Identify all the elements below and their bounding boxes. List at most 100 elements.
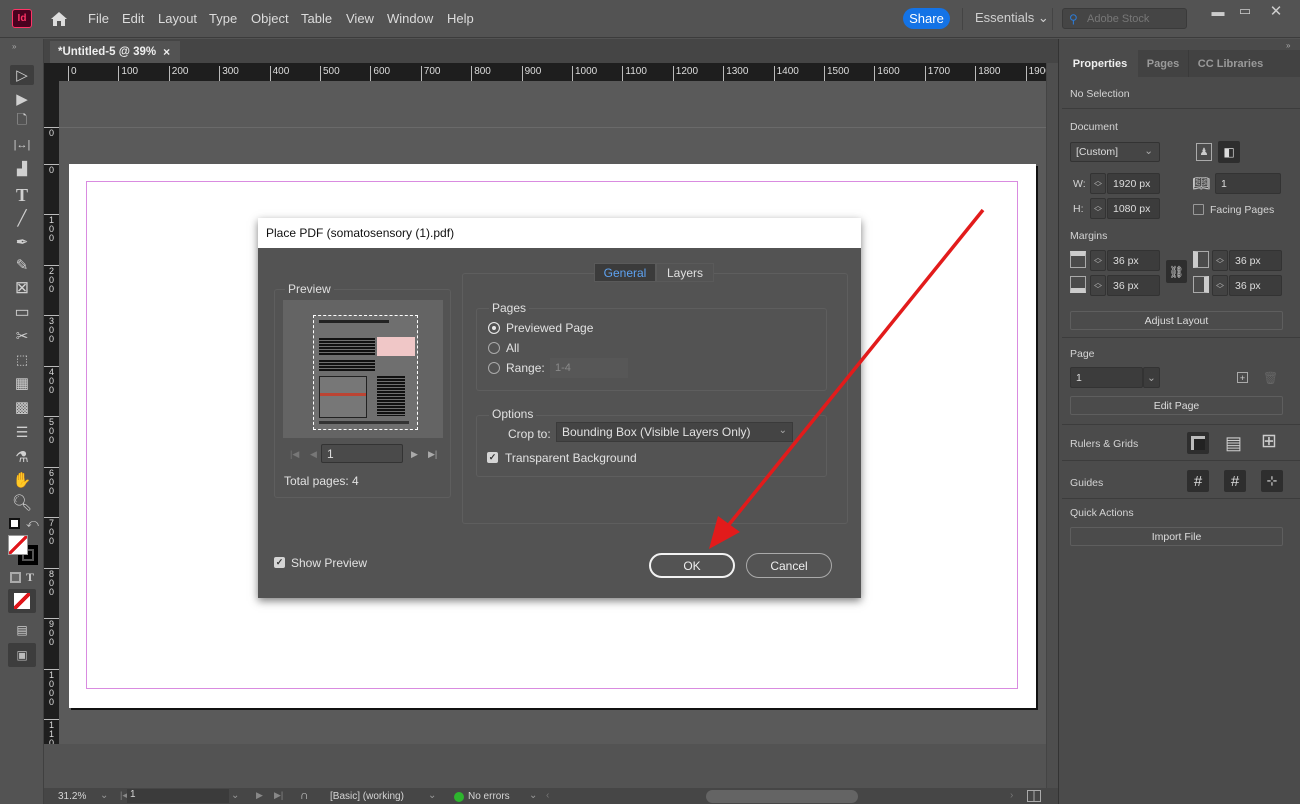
margin-left-stepper[interactable]: ︿ ﹀ bbox=[1212, 250, 1228, 271]
transparent-background-checkbox[interactable]: ✓ bbox=[487, 452, 498, 463]
tab-general[interactable]: General bbox=[594, 263, 656, 282]
document-preset-dropdown[interactable]: [Custom] ⌄ bbox=[1070, 142, 1160, 162]
margin-right-field[interactable]: 36 px bbox=[1229, 275, 1282, 296]
menu-object[interactable]: Object bbox=[251, 11, 289, 26]
style-status[interactable]: [Basic] (working) bbox=[330, 791, 404, 802]
page-number-field[interactable]: 1 bbox=[127, 789, 229, 803]
add-page-icon[interactable]: + bbox=[1237, 372, 1248, 383]
rectangle-tool-icon[interactable]: ▭ bbox=[10, 302, 34, 322]
rectangle-frame-tool-icon[interactable]: ⊠ bbox=[10, 278, 34, 298]
formatting-container-icon[interactable] bbox=[10, 572, 21, 583]
tab-cc-libraries[interactable]: CC Libraries bbox=[1188, 50, 1272, 77]
width-stepper[interactable]: ︿ ﹀ bbox=[1090, 173, 1106, 194]
cancel-button[interactable]: Cancel bbox=[746, 553, 832, 578]
last-page-icon[interactable]: ▶| bbox=[428, 449, 437, 460]
menu-window[interactable]: Window bbox=[387, 11, 433, 26]
page-dropdown-icon[interactable]: ⌄ bbox=[231, 790, 239, 801]
content-collector-icon[interactable]: ▟ bbox=[10, 159, 34, 179]
scroll-right-icon[interactable]: › bbox=[1010, 790, 1013, 801]
type-tool-icon[interactable]: T bbox=[10, 185, 34, 205]
next-page-icon[interactable]: ▶ bbox=[411, 449, 418, 460]
show-preview-checkbox[interactable]: ✓ bbox=[274, 557, 285, 568]
hand-tool-icon[interactable]: ✋ bbox=[10, 470, 34, 490]
prev-page-icon[interactable]: ◀ bbox=[310, 449, 317, 460]
adobe-stock-search[interactable]: ⚲ Adobe Stock bbox=[1062, 8, 1187, 29]
document-grid-icon[interactable]: ⊞ bbox=[1261, 432, 1277, 452]
default-fill-stroke-icon[interactable] bbox=[9, 518, 20, 529]
formatting-text-icon[interactable]: T bbox=[26, 570, 34, 585]
height-field[interactable]: 1080 px bbox=[1107, 198, 1160, 219]
page-select[interactable]: 1 bbox=[1070, 367, 1143, 388]
landscape-orientation-icon[interactable]: ◧ bbox=[1218, 141, 1240, 163]
pencil-tool-icon[interactable]: ✎ bbox=[10, 255, 34, 275]
margin-left-field[interactable]: 36 px bbox=[1229, 250, 1282, 271]
preflight-status[interactable]: No errors bbox=[468, 791, 510, 802]
crop-to-dropdown[interactable]: Bounding Box (Visible Layers Only) ⌄ bbox=[556, 422, 793, 442]
document-tab[interactable]: *Untitled-5 @ 39% × bbox=[50, 41, 180, 63]
last-page-icon[interactable]: ▶| bbox=[274, 790, 283, 801]
lock-guides-icon[interactable]: # bbox=[1224, 470, 1246, 492]
tab-layers[interactable]: Layers bbox=[656, 263, 714, 282]
split-window-icon[interactable] bbox=[1027, 790, 1041, 802]
screen-mode-icon[interactable]: ▤ bbox=[10, 620, 34, 640]
edit-page-button[interactable]: Edit Page bbox=[1070, 396, 1283, 415]
panel-collapse-icon[interactable]: » bbox=[1286, 41, 1290, 50]
note-tool-icon[interactable]: ☰ bbox=[10, 422, 34, 442]
selection-tool-icon[interactable]: ▷ bbox=[10, 65, 34, 85]
rulers-toggle-icon[interactable] bbox=[1187, 432, 1209, 454]
gap-tool-icon[interactable]: |↔| bbox=[10, 135, 34, 155]
margin-top-stepper[interactable]: ︿ ﹀ bbox=[1090, 250, 1106, 271]
collapse-icon[interactable]: » bbox=[12, 42, 32, 51]
range-field[interactable]: 1-4 bbox=[550, 358, 628, 378]
scissors-tool-icon[interactable]: ✂ bbox=[10, 326, 34, 346]
menu-layout[interactable]: Layout bbox=[158, 11, 197, 26]
portrait-orientation-icon[interactable]: ♟ bbox=[1196, 143, 1212, 161]
swap-fill-stroke-icon[interactable]: ⤺ bbox=[26, 516, 39, 531]
show-guides-icon[interactable]: # bbox=[1187, 470, 1209, 492]
margin-top-field[interactable]: 36 px bbox=[1107, 250, 1160, 271]
scroll-left-icon[interactable]: ‹ bbox=[546, 790, 549, 801]
adjust-layout-button[interactable]: Adjust Layout bbox=[1070, 311, 1283, 330]
style-dropdown-icon[interactable]: ⌄ bbox=[428, 790, 436, 801]
zoom-tool-icon[interactable]: 🔍︎ bbox=[10, 493, 34, 513]
baseline-grid-icon[interactable]: ▤ bbox=[1225, 433, 1242, 453]
zoom-dropdown-icon[interactable]: ⌄ bbox=[100, 790, 108, 801]
close-icon[interactable]: ✕ bbox=[1265, 3, 1287, 20]
fill-swatch[interactable] bbox=[8, 535, 28, 555]
radio-range[interactable] bbox=[488, 362, 500, 374]
import-file-button[interactable]: Import File bbox=[1070, 527, 1283, 546]
preview-page-field[interactable]: 1 bbox=[321, 444, 403, 463]
margin-right-stepper[interactable]: ︿ ﹀ bbox=[1212, 275, 1228, 296]
gradient-feather-tool-icon[interactable]: ▩ bbox=[10, 397, 34, 417]
menu-view[interactable]: View bbox=[346, 11, 374, 26]
menu-type[interactable]: Type bbox=[209, 11, 237, 26]
menu-file[interactable]: File bbox=[88, 11, 109, 26]
direct-selection-tool-icon[interactable]: ▶ bbox=[10, 89, 34, 109]
height-stepper[interactable]: ︿ ﹀ bbox=[1090, 198, 1106, 219]
maximize-icon[interactable]: ▭ bbox=[1234, 3, 1256, 19]
menu-table[interactable]: Table bbox=[301, 11, 332, 26]
radio-all[interactable] bbox=[488, 342, 500, 354]
line-tool-icon[interactable]: ╱ bbox=[10, 208, 34, 228]
apply-none-button[interactable] bbox=[8, 589, 36, 613]
preflight-dropdown-icon[interactable]: ⌄ bbox=[529, 790, 537, 801]
first-page-icon[interactable]: |◀ bbox=[290, 449, 299, 460]
page-dropdown-icon[interactable]: ⌄ bbox=[1143, 367, 1160, 388]
workspace-switcher[interactable]: Essentials ⌄ bbox=[975, 10, 1049, 26]
tab-pages[interactable]: Pages bbox=[1138, 50, 1188, 77]
eyedropper-tool-icon[interactable]: ⚗ bbox=[10, 447, 34, 467]
width-field[interactable]: 1920 px bbox=[1107, 173, 1160, 194]
open-document-icon[interactable]: ∩ bbox=[300, 788, 309, 802]
home-icon[interactable] bbox=[50, 10, 68, 28]
pen-tool-icon[interactable]: ✒ bbox=[10, 232, 34, 252]
menu-help[interactable]: Help bbox=[447, 11, 474, 26]
preview-mode-icon[interactable]: ▣ bbox=[8, 643, 36, 667]
margin-bottom-stepper[interactable]: ︿ ﹀ bbox=[1090, 275, 1106, 296]
horizontal-scrollbar-thumb[interactable] bbox=[706, 790, 858, 803]
pages-count-field[interactable]: 1 bbox=[1215, 173, 1281, 194]
smart-guides-icon[interactable]: ⊹ bbox=[1261, 470, 1283, 492]
delete-page-icon[interactable]: 🗑︎ bbox=[1263, 371, 1278, 385]
vertical-scrollbar[interactable] bbox=[1046, 63, 1058, 788]
page-tool-icon[interactable]: 🗋 bbox=[10, 112, 34, 132]
free-transform-tool-icon[interactable]: ⬚ bbox=[10, 350, 34, 370]
